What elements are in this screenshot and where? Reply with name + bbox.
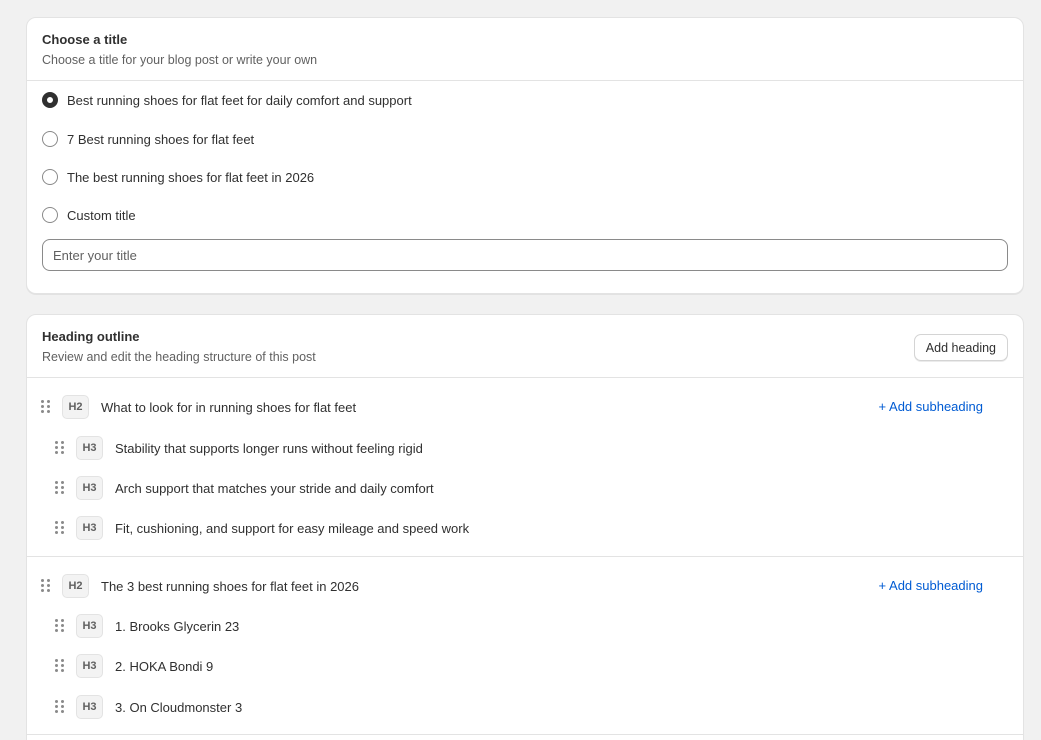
outline-card-header: Heading outline Review and edit the head…: [27, 315, 1023, 377]
title-option-label: Custom title: [67, 207, 136, 223]
outline-h2-row[interactable]: H2 What to look for in running shoes for…: [41, 395, 356, 419]
title-card: Choose a title Choose a title for your b…: [26, 17, 1024, 294]
drag-handle-icon[interactable]: [55, 441, 65, 455]
drag-handle-icon[interactable]: [41, 579, 51, 593]
title-option-label: 7 Best running shoes for flat feet: [67, 131, 255, 147]
drag-handle-icon[interactable]: [55, 481, 65, 495]
outline-h3-row[interactable]: H3 Fit, cushioning, and support for easy…: [55, 516, 469, 540]
radio-unselected-icon[interactable]: [42, 207, 58, 223]
add-heading-button[interactable]: Add heading: [913, 334, 1008, 361]
section-divider: [27, 734, 1023, 735]
outline-card-title: Heading outline: [42, 329, 140, 344]
title-option-2[interactable]: 7 Best running shoes for flat feet: [42, 129, 254, 149]
drag-handle-icon[interactable]: [55, 619, 65, 633]
radio-selected-icon[interactable]: [42, 92, 58, 108]
outline-h3-row[interactable]: H3 2. HOKA Bondi 9: [55, 654, 213, 678]
outline-h3-row[interactable]: H3 Arch support that matches your stride…: [55, 476, 434, 500]
heading-level-badge: H3: [76, 436, 103, 460]
title-option-label: Best running shoes for flat feet for dai…: [67, 92, 412, 108]
drag-handle-icon[interactable]: [55, 659, 65, 673]
heading-text[interactable]: Fit, cushioning, and support for easy mi…: [115, 521, 469, 536]
heading-level-badge: H2: [62, 395, 89, 419]
outline-card: Heading outline Review and edit the head…: [26, 314, 1024, 740]
outline-h2-row[interactable]: H2 The 3 best running shoes for flat fee…: [41, 574, 359, 598]
heading-text[interactable]: Stability that supports longer runs with…: [115, 441, 423, 456]
outline-h3-row[interactable]: H3 Stability that supports longer runs w…: [55, 436, 423, 460]
drag-handle-icon[interactable]: [55, 700, 65, 714]
heading-text[interactable]: 1. Brooks Glycerin 23: [115, 619, 239, 634]
heading-level-badge: H3: [76, 654, 103, 678]
heading-level-badge: H3: [76, 476, 103, 500]
section-divider: [27, 556, 1023, 557]
heading-level-badge: H2: [62, 574, 89, 598]
heading-text[interactable]: 3. On Cloudmonster 3: [115, 700, 242, 715]
outline-card-subtitle: Review and edit the heading structure of…: [42, 350, 316, 364]
drag-handle-icon[interactable]: [55, 521, 65, 535]
heading-level-badge: H3: [76, 614, 103, 638]
title-card-title: Choose a title: [42, 32, 128, 47]
title-card-header: Choose a title Choose a title for your b…: [27, 18, 1023, 80]
outline-h3-row[interactable]: H3 1. Brooks Glycerin 23: [55, 614, 239, 638]
title-option-1[interactable]: Best running shoes for flat feet for dai…: [42, 90, 412, 110]
title-option-3[interactable]: The best running shoes for flat feet in …: [42, 167, 314, 187]
title-card-divider: [27, 80, 1023, 81]
custom-title-input[interactable]: [42, 239, 1008, 271]
radio-unselected-icon[interactable]: [42, 131, 58, 147]
title-card-subtitle: Choose a title for your blog post or wri…: [42, 53, 318, 67]
radio-unselected-icon[interactable]: [42, 169, 58, 185]
heading-text[interactable]: Arch support that matches your stride an…: [115, 481, 434, 496]
drag-handle-icon[interactable]: [41, 400, 51, 414]
title-option-custom[interactable]: Custom title: [42, 205, 136, 225]
title-option-label: The best running shoes for flat feet in …: [67, 169, 315, 185]
heading-level-badge: H3: [76, 695, 103, 719]
heading-text[interactable]: What to look for in running shoes for fl…: [101, 400, 356, 415]
heading-text[interactable]: 2. HOKA Bondi 9: [115, 659, 213, 674]
add-subheading-link[interactable]: + Add subheading: [879, 578, 983, 593]
heading-text[interactable]: The 3 best running shoes for flat feet i…: [101, 579, 359, 594]
heading-level-badge: H3: [76, 516, 103, 540]
outline-card-divider: [27, 377, 1023, 378]
add-subheading-link[interactable]: + Add subheading: [879, 399, 983, 414]
outline-h3-row[interactable]: H3 3. On Cloudmonster 3: [55, 695, 242, 719]
